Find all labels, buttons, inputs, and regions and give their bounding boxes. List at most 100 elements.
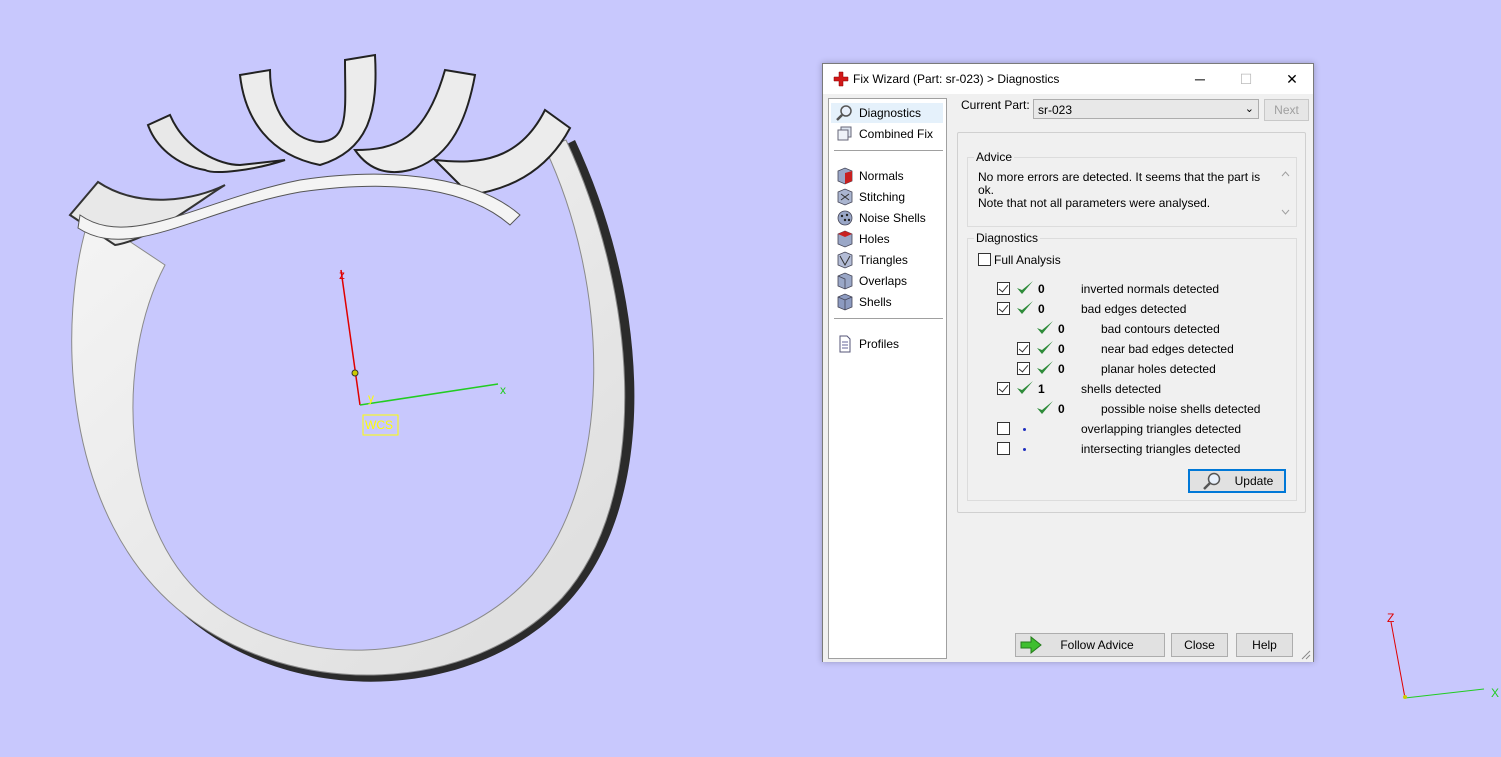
check-icon	[1037, 401, 1053, 414]
diag-checkbox[interactable]	[997, 442, 1010, 455]
current-part-value: sr-023	[1038, 103, 1073, 117]
diagnostics-title: Diagnostics	[974, 231, 1041, 245]
title-bar[interactable]: Fix Wizard (Part: sr-023) > Diagnostics …	[823, 64, 1313, 94]
diag-label: intersecting triangles detected	[1081, 442, 1241, 456]
advice-group: Advice No more errors are detected. It s…	[967, 150, 1297, 227]
current-part-select[interactable]: sr-023 ⌄	[1033, 99, 1259, 119]
wcs-label: WCS	[365, 418, 393, 432]
nav-item-triangles[interactable]: Triangles	[831, 250, 943, 270]
close-window-button[interactable]: ✕	[1269, 64, 1315, 94]
shells-icon	[837, 293, 853, 311]
diag-checkbox[interactable]	[997, 382, 1010, 395]
chevron-down-icon: ⌄	[1244, 103, 1254, 115]
orientation-axes: Z X	[1387, 611, 1499, 700]
full-analysis-label: Full Analysis	[994, 253, 1061, 267]
nav-item-profiles[interactable]: Profiles	[831, 334, 943, 354]
nav-item-overlaps[interactable]: Overlaps	[831, 271, 943, 291]
advice-scrollbar[interactable]	[1277, 168, 1294, 218]
close-button[interactable]: Close	[1171, 633, 1228, 657]
update-label: Update	[1234, 474, 1274, 488]
advice-line: No more errors are detected. It seems th…	[978, 170, 1261, 197]
follow-advice-button[interactable]: Follow Advice	[1015, 633, 1165, 657]
diag-count: 0	[1058, 342, 1065, 356]
diag-count: 0	[1038, 282, 1045, 296]
resize-grip-icon[interactable]	[1301, 650, 1311, 660]
minimize-icon: ─	[1195, 71, 1205, 87]
z-axis-label: z	[339, 268, 345, 282]
nav-item-label: Stitching	[859, 190, 906, 204]
nav-item-diagnostics[interactable]: Diagnostics	[831, 103, 943, 123]
next-button[interactable]: Next	[1264, 99, 1309, 121]
diag-label: possible noise shells detected	[1101, 402, 1261, 416]
magnifier-icon	[1202, 472, 1220, 490]
check-icon	[1037, 341, 1053, 354]
check-icon	[1017, 281, 1033, 294]
dialog-title: Fix Wizard (Part: sr-023) > Diagnostics	[853, 72, 1060, 86]
diag-label: planar holes detected	[1101, 362, 1216, 376]
fix-wizard-dialog: Fix Wizard (Part: sr-023) > Diagnostics …	[822, 63, 1314, 662]
nav-item-shells[interactable]: Shells	[831, 292, 943, 312]
maximize-button[interactable]: ☐	[1223, 64, 1269, 94]
diag-count: 0	[1058, 322, 1065, 336]
diag-count: 0	[1058, 362, 1065, 376]
wizard-nav: Diagnostics Combined Fix Normals Stitchi…	[828, 98, 947, 659]
nav-item-noise-shells[interactable]: Noise Shells	[831, 208, 943, 228]
normals-icon	[837, 167, 853, 185]
advice-title: Advice	[974, 150, 1015, 164]
diag-label: overlapping triangles detected	[1081, 422, 1242, 436]
diag-checkbox[interactable]	[1017, 342, 1030, 355]
mini-z-label: Z	[1387, 611, 1394, 625]
diag-checkbox[interactable]	[997, 282, 1010, 295]
minimize-button[interactable]: ─	[1177, 64, 1223, 94]
help-button[interactable]: Help	[1236, 633, 1293, 657]
check-icon	[1037, 361, 1053, 374]
diag-label: bad contours detected	[1101, 322, 1220, 336]
nav-item-holes[interactable]: Holes	[831, 229, 943, 249]
diag-checkbox[interactable]	[997, 302, 1010, 315]
nav-item-label: Shells	[859, 295, 892, 309]
document-icon	[839, 335, 851, 353]
nav-item-label: Overlaps	[859, 274, 908, 288]
full-analysis-checkbox[interactable]	[978, 253, 991, 266]
check-icon	[1037, 321, 1053, 334]
mini-x-label: X	[1491, 686, 1499, 700]
diag-label: shells detected	[1081, 382, 1162, 396]
diag-checkbox[interactable]	[997, 422, 1010, 435]
diag-count: 0	[1038, 302, 1045, 316]
y-axis-label: y	[368, 391, 374, 405]
diag-count: 1	[1038, 382, 1045, 396]
diagnostics-group: Diagnostics Full Analysis 0 inverted nor…	[967, 231, 1297, 501]
nav-divider	[834, 318, 943, 319]
current-part-label: Current Part:	[961, 98, 1030, 112]
nav-item-label: Diagnostics	[859, 106, 922, 120]
noise-shells-icon	[837, 210, 853, 226]
stitching-icon	[837, 188, 853, 206]
ring-model	[68, 53, 635, 682]
follow-advice-label: Follow Advice	[1060, 638, 1134, 652]
magnifier-icon	[836, 105, 852, 121]
diag-count: 0	[1058, 402, 1065, 416]
advice-line: Note that not all parameters were analys…	[978, 196, 1211, 210]
maximize-icon: ☐	[1239, 70, 1253, 87]
diag-label: inverted normals detected	[1081, 282, 1220, 296]
diagnostics-panel: Advice No more errors are detected. It s…	[957, 132, 1306, 513]
nav-item-label: Triangles	[859, 253, 908, 267]
update-button[interactable]: Update	[1188, 469, 1286, 493]
check-icon	[1017, 381, 1033, 394]
pending-dot-icon	[1023, 448, 1026, 451]
nav-divider	[834, 150, 943, 151]
check-icon	[1017, 301, 1033, 314]
wcs-axes: z y x WCS	[339, 268, 506, 436]
close-icon: ✕	[1286, 70, 1298, 87]
diag-label: bad edges detected	[1081, 302, 1187, 316]
pending-dot-icon	[1023, 428, 1026, 431]
diag-checkbox[interactable]	[1017, 362, 1030, 375]
green-arrow-icon	[1020, 636, 1042, 654]
nav-item-combined-fix[interactable]: Combined Fix	[831, 124, 943, 144]
overlaps-icon	[837, 272, 853, 290]
dialog-body: Diagnostics Combined Fix Normals Stitchi…	[823, 94, 1313, 662]
holes-icon	[837, 230, 853, 248]
nav-item-stitching[interactable]: Stitching	[831, 187, 943, 207]
nav-item-label: Combined Fix	[859, 127, 934, 141]
nav-item-normals[interactable]: Normals	[831, 166, 943, 186]
